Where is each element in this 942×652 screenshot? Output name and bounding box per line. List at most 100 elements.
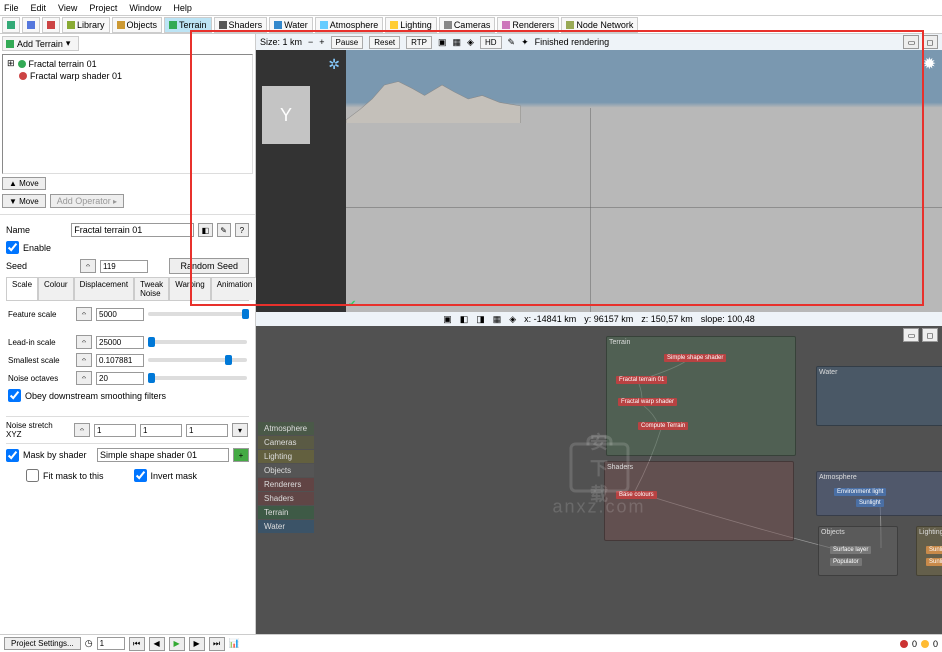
node-min-icon[interactable]: ▭	[903, 328, 919, 342]
pause-button[interactable]: Pause	[331, 36, 364, 49]
water-btn[interactable]: Water	[269, 17, 313, 33]
go-to-button[interactable]: ◧	[198, 223, 212, 237]
rtp-button[interactable]: RTP	[406, 36, 432, 49]
featureScale-slider[interactable]	[148, 312, 247, 316]
category-terrain[interactable]: Terrain	[258, 506, 314, 519]
terrain-tree[interactable]: ⊞Fractal terrain 01Fractal warp shader 0…	[2, 54, 253, 174]
featureScale-input[interactable]	[96, 308, 144, 321]
node-fractal-warp-shader[interactable]: Fractal warp shader	[618, 398, 677, 406]
last-frame-button[interactable]: ⏭	[209, 637, 225, 651]
compass-icon[interactable]: ✲	[328, 56, 340, 73]
category-atmosphere[interactable]: Atmosphere	[258, 422, 314, 435]
tab-warping[interactable]: Warping	[169, 277, 211, 300]
first-frame-button[interactable]: ⏮	[129, 637, 145, 651]
stretch-anim-button[interactable]: 𝄐	[74, 423, 90, 437]
node-compute-terrain[interactable]: Compute Terrain	[638, 422, 688, 430]
seed-input[interactable]	[100, 260, 148, 273]
reset-button[interactable]: Reset	[369, 36, 400, 49]
enable-checkbox[interactable]	[6, 241, 19, 254]
menu-window[interactable]: Window	[129, 3, 161, 13]
expand-icon[interactable]: ⊞	[7, 58, 15, 69]
tab-colour[interactable]: Colour	[38, 277, 74, 300]
render-icon-2[interactable]: ▦	[453, 37, 462, 48]
smallest-anim-button[interactable]: 𝄐	[76, 353, 92, 367]
minimize-icon[interactable]: ▭	[903, 35, 919, 49]
tool-icon-4[interactable]: ▦	[493, 314, 502, 325]
leadIn-slider[interactable]	[148, 340, 247, 344]
atmosphere-btn[interactable]: Atmosphere	[315, 17, 384, 33]
stretch-z-input[interactable]	[186, 424, 228, 437]
node-surface-layer[interactable]: Surface layer	[830, 546, 871, 554]
node-simple-shape-shader[interactable]: Simple shape shader	[664, 354, 726, 362]
tree-item[interactable]: ⊞Fractal terrain 01	[5, 57, 250, 70]
prev-frame-button[interactable]: ◀	[149, 637, 165, 651]
tool-icon-1[interactable]: ▣	[443, 314, 452, 325]
play-button[interactable]: ▶	[169, 637, 185, 651]
frame-input[interactable]	[97, 637, 125, 650]
obey-checkbox[interactable]	[8, 389, 21, 402]
node-network-panel[interactable]: 安下载 anxz.com ▭ ◻ AtmosphereCamerasLighti…	[256, 326, 942, 634]
clock-icon[interactable]: ◷	[85, 638, 93, 649]
category-water[interactable]: Water	[258, 520, 314, 533]
3d-viewport[interactable]: ✹ ✔	[346, 50, 942, 312]
category-lighting[interactable]: Lighting	[258, 450, 314, 463]
gear-icon[interactable]: ✹	[923, 54, 936, 74]
menu-help[interactable]: Help	[173, 3, 192, 13]
mask-add-button[interactable]: +	[233, 448, 249, 462]
render-icon-3[interactable]: ◈	[467, 37, 474, 48]
project-settings-button[interactable]: Project Settings...	[4, 637, 81, 650]
tab-tweak-noise[interactable]: Tweak Noise	[134, 277, 169, 300]
category-shaders[interactable]: Shaders	[258, 492, 314, 505]
tool-icon-2[interactable]: ◧	[460, 314, 469, 325]
edit-button[interactable]: ✎	[217, 223, 231, 237]
category-cameras[interactable]: Cameras	[258, 436, 314, 449]
random-seed-button[interactable]: Random Seed	[169, 258, 249, 274]
node-populator[interactable]: Populator	[830, 558, 862, 566]
move-down-button[interactable]: ▼ Move	[2, 194, 46, 208]
next-frame-button[interactable]: ▶	[189, 637, 205, 651]
tab-animation[interactable]: Animation	[211, 277, 259, 300]
leadIn-anim-button[interactable]: 𝄐	[76, 335, 92, 349]
tree-item[interactable]: Fractal warp shader 01	[5, 70, 250, 82]
smallest-input[interactable]	[96, 354, 144, 367]
library-btn[interactable]: Library	[62, 17, 110, 33]
node-sunlight[interactable]: Sunlight	[856, 499, 884, 507]
stretch-more-button[interactable]: ▾	[232, 423, 248, 437]
tool-icon-5[interactable]: ◈	[509, 314, 516, 325]
nodenetwork-btn[interactable]: Node Network	[561, 17, 638, 33]
size-zoom-out-icon[interactable]: −	[308, 37, 313, 47]
timeline-icon[interactable]: 📊	[229, 638, 240, 649]
menu-project[interactable]: Project	[89, 3, 117, 13]
octaves-input[interactable]	[96, 372, 144, 385]
render-icon[interactable]: ▣	[438, 37, 447, 48]
objects-btn[interactable]: Objects	[112, 17, 163, 33]
hd-button[interactable]: HD	[480, 36, 502, 49]
node-group-shaders[interactable]: Shaders	[604, 461, 794, 541]
preview-thumbnail[interactable]: Y	[262, 86, 310, 144]
mask-checkbox[interactable]	[6, 449, 19, 462]
node-sunlight-01[interactable]: Sunlight 01	[926, 546, 942, 554]
save-icon[interactable]	[22, 17, 40, 33]
stretch-y-input[interactable]	[140, 424, 182, 437]
wand-icon[interactable]: ✦	[521, 37, 529, 48]
stretch-x-input[interactable]	[94, 424, 136, 437]
menu-edit[interactable]: Edit	[31, 3, 47, 13]
open-icon[interactable]	[2, 17, 20, 33]
smallest-slider[interactable]	[148, 358, 247, 362]
light-icon[interactable]	[42, 17, 60, 33]
add-terrain-button[interactable]: Add Terrain ▾	[2, 36, 79, 51]
brush-icon[interactable]: ✎	[508, 37, 516, 48]
mask-shader-input[interactable]	[97, 448, 229, 462]
category-renderers[interactable]: Renderers	[258, 478, 314, 491]
terrain-btn[interactable]: Terrain	[164, 17, 212, 33]
fit-mask-checkbox[interactable]	[26, 469, 39, 482]
node-environment-light[interactable]: Environment light	[834, 488, 886, 496]
maximize-icon[interactable]: ◻	[922, 35, 938, 49]
leadIn-input[interactable]	[96, 336, 144, 349]
move-up-button[interactable]: ▲ Move	[2, 177, 46, 190]
octaves-anim-button[interactable]: 𝄐	[76, 371, 92, 385]
tab-scale[interactable]: Scale	[6, 277, 38, 300]
invert-mask-checkbox[interactable]	[134, 469, 147, 482]
tool-icon-3[interactable]: ◨	[476, 314, 485, 325]
tab-displacement[interactable]: Displacement	[74, 277, 134, 300]
